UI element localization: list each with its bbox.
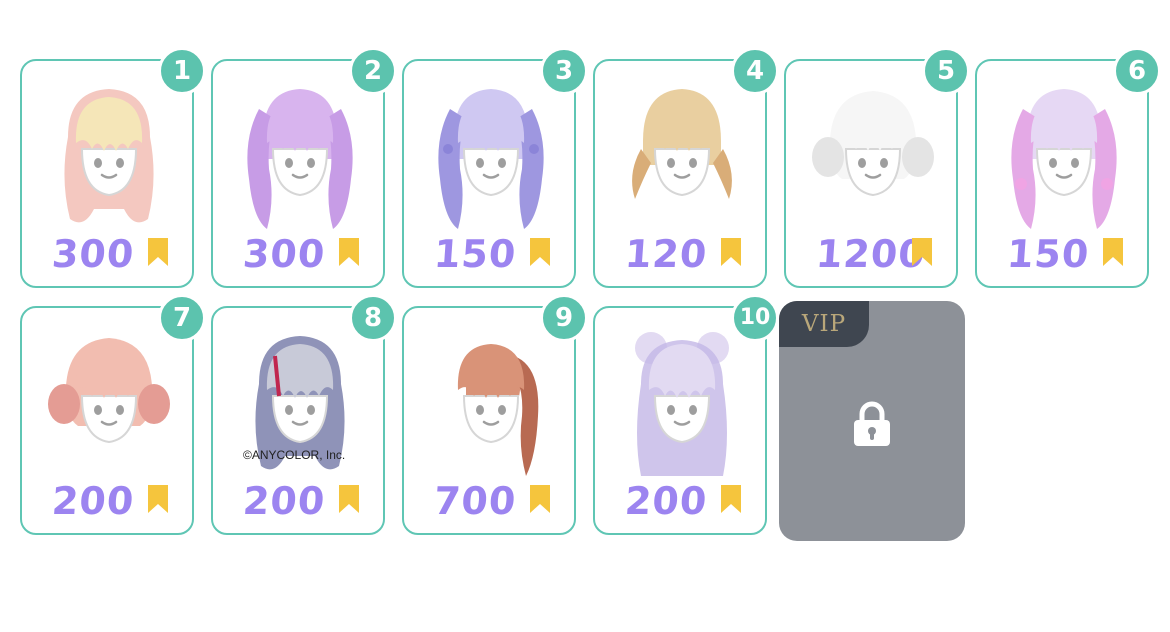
bookmark-icon — [1103, 238, 1123, 266]
vip-label: VIP — [779, 301, 869, 347]
bookmark-icon — [530, 485, 550, 513]
hair-item-card[interactable]: 10 200 — [593, 294, 779, 535]
hair-item-card[interactable]: 5 1200 — [784, 47, 970, 288]
hair-preview-image — [1011, 89, 1117, 229]
item-price: 150 — [1005, 232, 1091, 276]
hair-item-card[interactable]: 4 120 — [593, 47, 779, 288]
hair-preview-image — [812, 91, 934, 197]
bookmark-icon — [148, 238, 168, 266]
vip-locked-slot[interactable]: VIP — [779, 301, 965, 541]
hair-item-card[interactable]: 1 300 — [20, 47, 206, 288]
item-price: 300 — [241, 232, 327, 276]
hair-item-card[interactable]: 7 200 — [20, 294, 206, 535]
bookmark-icon — [530, 238, 550, 266]
item-price: 200 — [241, 479, 327, 523]
hair-item-card[interactable]: 8 ©ANYCOLOR, Inc. 200 — [211, 294, 397, 535]
hair-preview-image — [632, 89, 732, 199]
hair-preview-image — [247, 89, 353, 229]
item-price: 200 — [50, 479, 136, 523]
bookmark-icon — [339, 485, 359, 513]
item-price: 120 — [623, 232, 709, 276]
hair-item-card[interactable]: 9 700 — [402, 294, 588, 535]
hair-preview-image — [635, 332, 729, 476]
bookmark-icon — [721, 238, 741, 266]
hair-preview-image — [438, 89, 544, 229]
hair-item-card[interactable]: 6 150 — [975, 47, 1161, 288]
bookmark-icon — [721, 485, 741, 513]
bookmark-icon — [148, 485, 168, 513]
item-price: 300 — [50, 232, 136, 276]
hair-preview-image — [64, 89, 154, 223]
item-price: 150 — [432, 232, 518, 276]
bookmark-icon — [912, 238, 932, 266]
item-price: 700 — [432, 479, 518, 523]
bookmark-icon — [339, 238, 359, 266]
lock-icon — [854, 401, 890, 446]
copyright-text: ©ANYCOLOR, Inc. — [243, 448, 346, 462]
hair-preview-image — [48, 338, 170, 444]
hair-item-card[interactable]: 3 150 — [402, 47, 588, 288]
hair-preview-image — [457, 344, 539, 476]
item-price: 200 — [623, 479, 709, 523]
hair-item-card[interactable]: 2 300 — [211, 47, 397, 288]
